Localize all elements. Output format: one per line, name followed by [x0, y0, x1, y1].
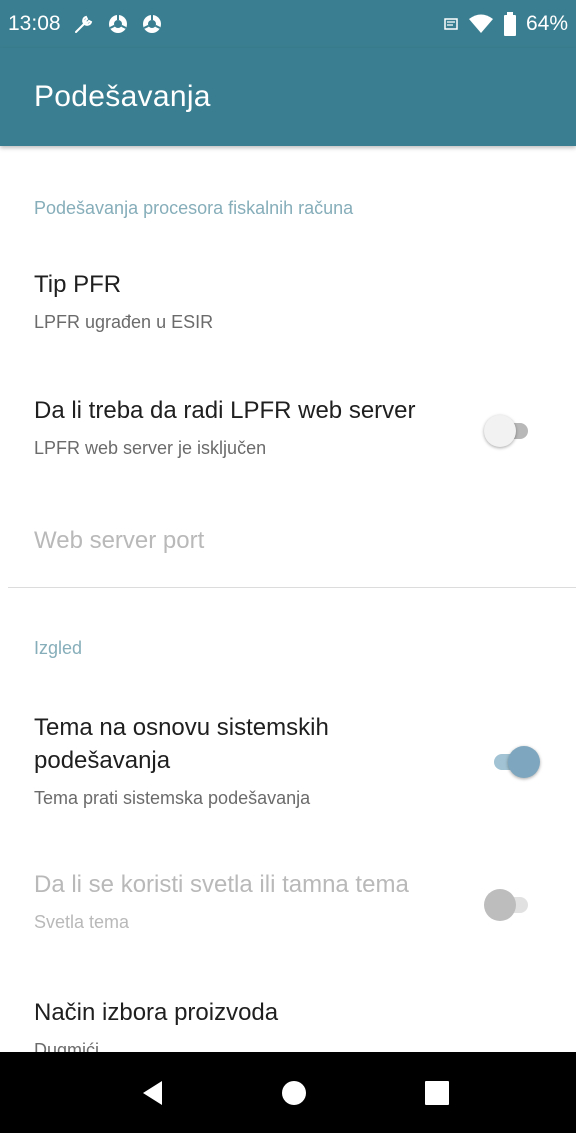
chrome-icon: [107, 13, 129, 35]
pref-tip-pfr-summary: LPFR ugrađen u ESIR: [34, 312, 214, 332]
status-right: 64%: [444, 12, 568, 36]
pref-light-dark-summary: Svetla tema: [34, 912, 130, 932]
system-theme-switch[interactable]: [490, 743, 540, 779]
pref-light-dark-theme: Da li se koristi svetla ili tamna tema S…: [0, 846, 576, 956]
pref-system-theme-summary: Tema prati sistemska podešavanja: [34, 788, 311, 808]
pref-web-server-port-title: Web server port: [34, 527, 205, 554]
battery-percent: 64%: [525, 12, 568, 35]
pref-light-dark-title: Da li se koristi svetla ili tamna tema: [34, 871, 409, 898]
home-icon[interactable]: [254, 1052, 334, 1133]
notification-icon: [444, 18, 458, 30]
app-bar: Podešavanja: [0, 48, 576, 146]
switch-thumb: [508, 746, 540, 778]
status-bar: 13:08 64%: [0, 0, 576, 48]
pref-tip-pfr-title: Tip PFR: [34, 271, 122, 298]
wifi-icon: [468, 13, 494, 35]
chrome-icon: [141, 13, 163, 35]
light-dark-switch: [484, 886, 532, 922]
page-title: Podešavanja: [34, 80, 211, 113]
pref-system-theme[interactable]: Tema na osnovu sistemskih podešavanja Te…: [0, 691, 576, 821]
settings-list[interactable]: Podešavanja procesora fiskalnih računa T…: [0, 146, 576, 1052]
pref-web-server[interactable]: Da li treba da radi LPFR web server LPFR…: [0, 372, 576, 482]
back-icon[interactable]: [112, 1052, 192, 1133]
pref-web-server-summary: LPFR web server je isključen: [34, 438, 267, 458]
recents-icon[interactable]: [397, 1052, 477, 1133]
pref-web-server-title: Da li treba da radi LPFR web server: [34, 397, 416, 424]
category-header-pfr: Podešavanja procesora fiskalnih računa: [34, 198, 354, 218]
switch-thumb: [484, 889, 516, 921]
status-left: 13:08: [8, 12, 163, 36]
section-divider: [8, 587, 576, 588]
pref-tip-pfr[interactable]: Tip PFR LPFR ugrađen u ESIR: [0, 246, 576, 346]
category-header-izgled: Izgled: [34, 638, 83, 658]
pref-web-server-port: Web server port: [0, 506, 576, 576]
pref-product-selection[interactable]: Način izbora proizvoda Dugmići: [0, 976, 576, 1052]
settings-screen: 13:08 64% Podešavanja Podešavanja proces…: [0, 0, 576, 1133]
switch-thumb: [484, 415, 516, 447]
pref-system-theme-title-line2: podešavanja: [34, 747, 171, 774]
navigation-bar: [0, 1052, 576, 1133]
pref-product-selection-summary: Dugmići: [34, 1040, 100, 1052]
battery-icon: [503, 12, 516, 36]
status-time: 13:08: [8, 12, 61, 35]
pref-system-theme-title-line1: Tema na osnovu sistemskih: [34, 714, 329, 741]
wrench-icon: [73, 13, 95, 35]
web-server-switch[interactable]: [484, 412, 532, 448]
pref-product-selection-title: Način izbora proizvoda: [34, 999, 279, 1026]
